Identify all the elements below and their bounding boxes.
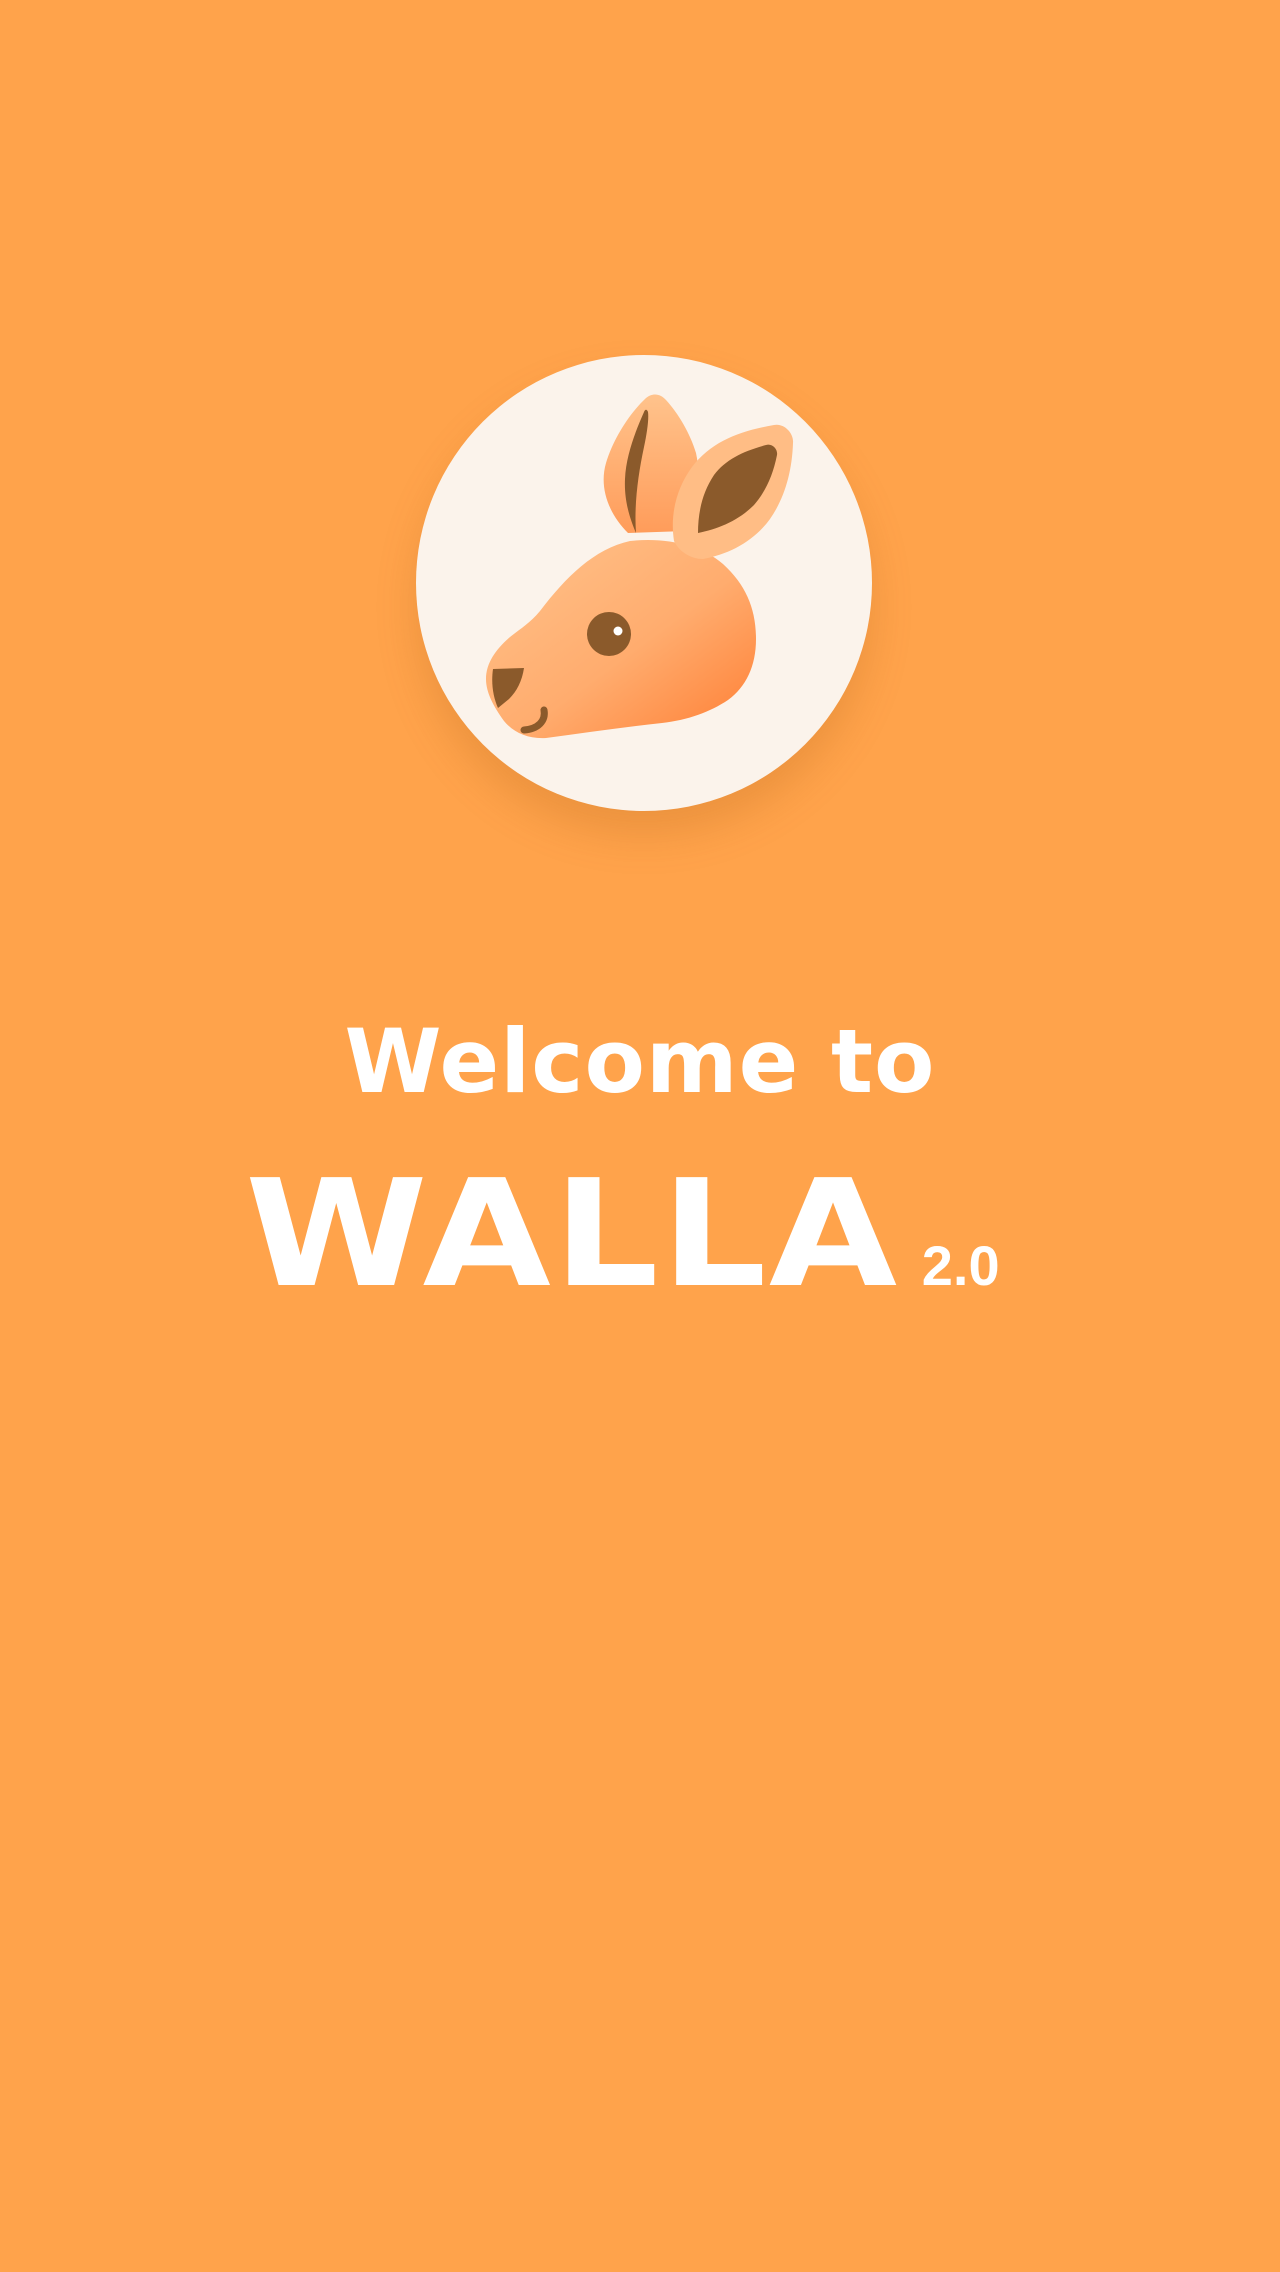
version-label: 2.0 [921, 1234, 1000, 1297]
kangaroo-icon [486, 394, 794, 739]
brand-name: WALLA [245, 1148, 900, 1320]
brand-title: WALLA 2.0 [0, 1154, 1280, 1314]
welcome-heading: Welcome to [344, 1010, 936, 1113]
app-logo [416, 355, 872, 811]
